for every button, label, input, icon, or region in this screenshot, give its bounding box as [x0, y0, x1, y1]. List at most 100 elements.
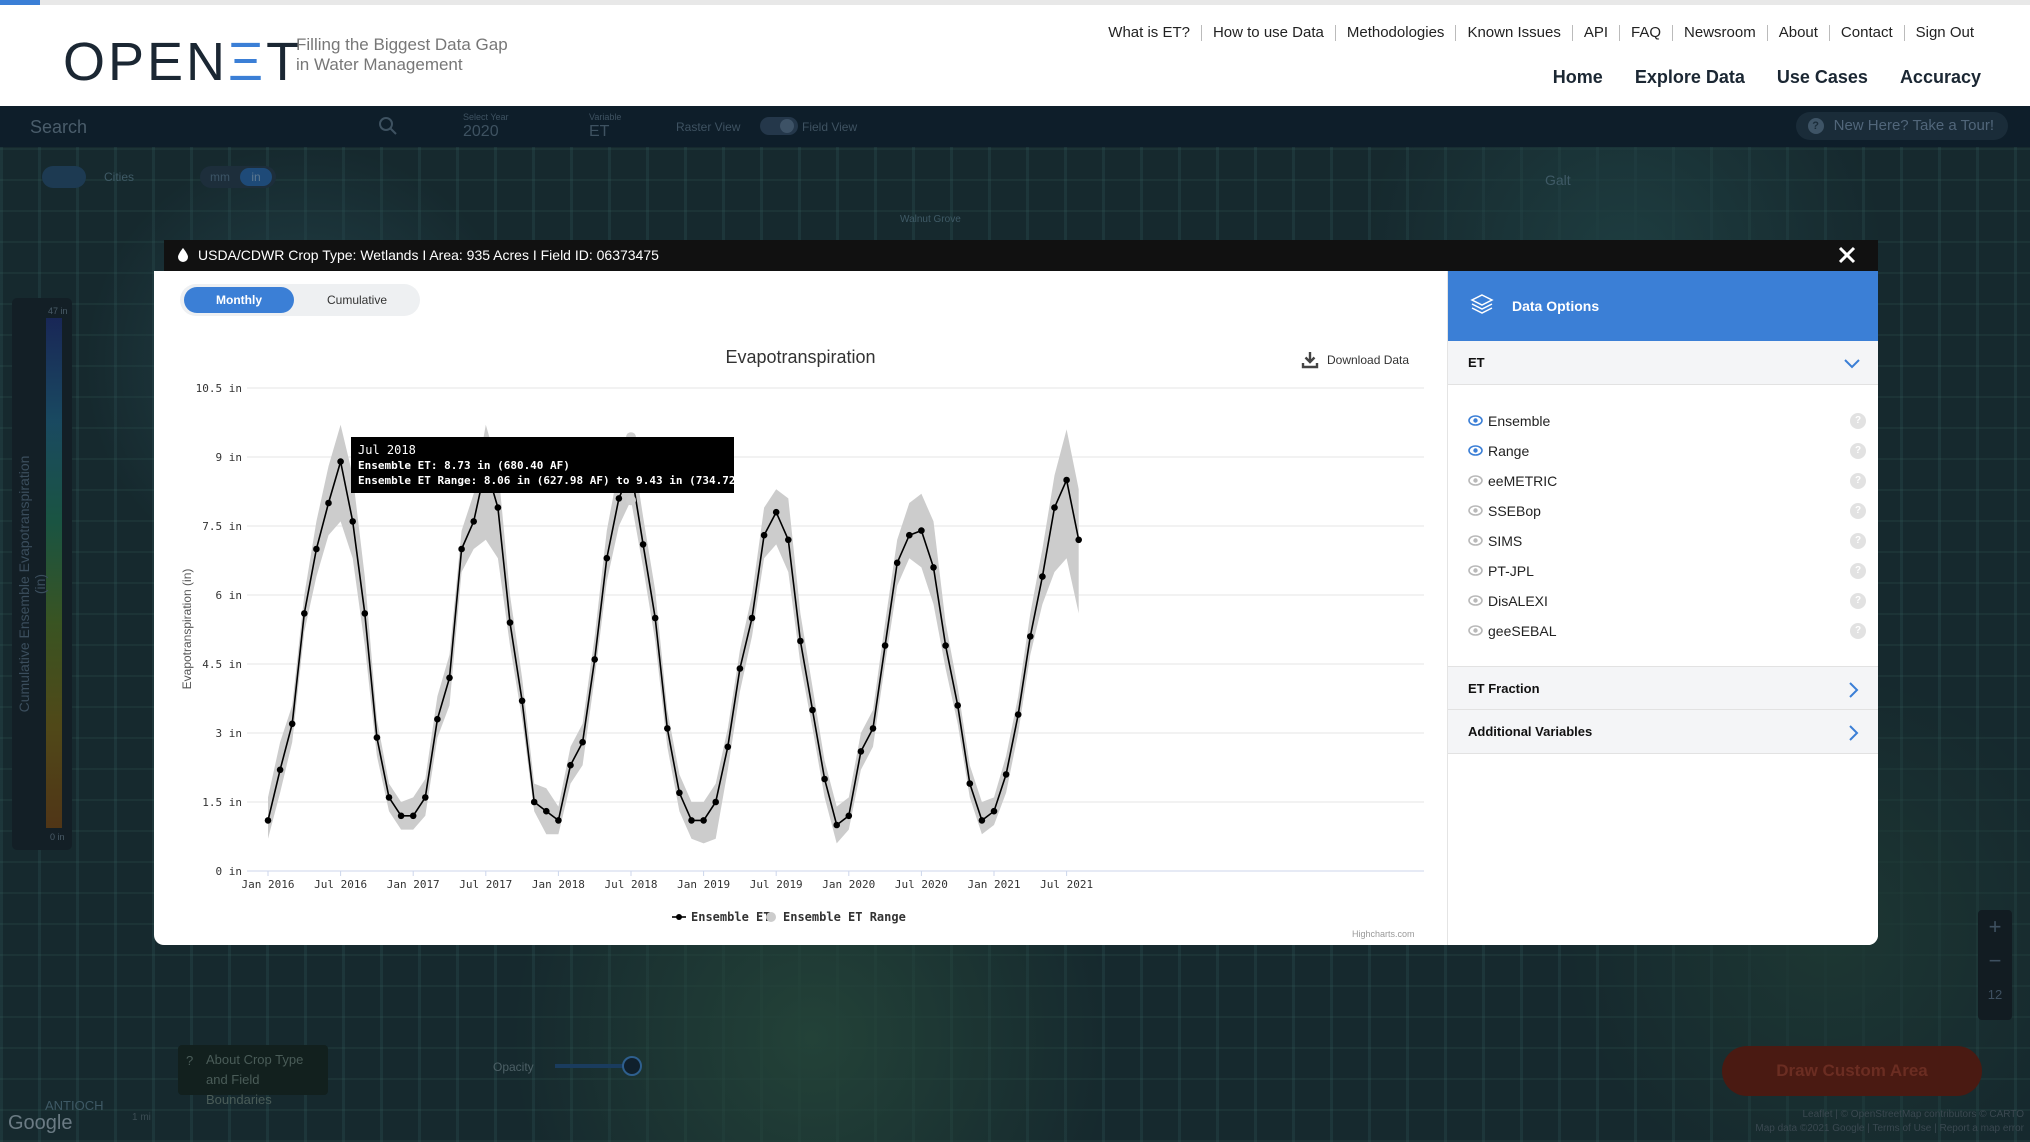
ensemble-et-point — [349, 518, 356, 525]
unit-in[interactable]: in — [240, 168, 272, 186]
ensemble-et-point — [397, 812, 405, 820]
eye-icon — [1468, 415, 1483, 426]
option-range[interactable]: Range — [1468, 441, 1529, 461]
et-chart[interactable]: 0 in 1.5 in 3 in 4.5 in 6 in 7.5 in 9 in 10.5 i… — [154, 271, 1447, 945]
ensemble-et-point — [518, 697, 526, 705]
ensemble-et-point — [954, 702, 961, 709]
ensemble-et-point — [821, 775, 828, 783]
ensemble-et-point — [664, 725, 671, 732]
cities-toggle[interactable] — [42, 166, 86, 188]
ensemble-et-point — [494, 504, 502, 511]
highcharts-credit[interactable]: Highcharts.com — [1352, 929, 1415, 939]
tagline-line-2: in Water Management — [296, 55, 463, 74]
x-tick-label: Jan 2018 — [532, 878, 585, 891]
draw-custom-area-button[interactable]: Draw Custom Area — [1722, 1046, 1982, 1096]
nav-home[interactable]: Home — [1553, 67, 1603, 88]
site-header: OPENΞT Filling the Biggest Data Gap in W… — [0, 5, 2030, 106]
nav-explore-data[interactable]: Explore Data — [1635, 67, 1745, 88]
section-et-fraction[interactable]: ET Fraction — [1448, 666, 1878, 710]
option-label: PT-JPL — [1488, 563, 1534, 579]
link-about[interactable]: About — [1766, 25, 1829, 41]
ensemble-et-point — [409, 812, 417, 820]
about-crop-type-button[interactable]: ? About Crop Type and Field Boundaries — [178, 1045, 328, 1107]
ensemble-et-point — [276, 766, 284, 774]
ensemble-et-point — [833, 821, 840, 829]
opacity-slider-handle[interactable] — [622, 1056, 642, 1076]
ensemble-et-point — [881, 642, 889, 649]
nav-accuracy[interactable]: Accuracy — [1900, 67, 1981, 88]
tagline: Filling the Biggest Data Gap in Water Ma… — [296, 35, 508, 75]
chart-tooltip: Jul 2018 Ensemble ET: 8.73 in (680.40 AF… — [351, 437, 762, 493]
ensemble-et-point — [724, 743, 732, 751]
view-toggle[interactable] — [760, 117, 798, 135]
link-contact[interactable]: Contact — [1828, 25, 1904, 41]
ensemble-et-point — [555, 817, 562, 824]
option-eemetric[interactable]: eeMETRIC — [1468, 471, 1557, 491]
help-icon[interactable]: ? — [1850, 473, 1866, 489]
ensemble-et-point — [422, 794, 429, 801]
section-additional-variables[interactable]: Additional Variables — [1448, 710, 1878, 754]
section-et[interactable]: ET — [1448, 341, 1878, 385]
close-icon[interactable] — [1836, 244, 1858, 266]
year-select[interactable]: 2020 — [463, 123, 499, 141]
chevron-right-icon — [1849, 725, 1859, 741]
zoom-in-button[interactable]: + — [1978, 910, 2012, 944]
link-methodologies[interactable]: Methodologies — [1334, 25, 1456, 41]
option-label: SSEBop — [1488, 503, 1541, 519]
legend-ensemble-et-range[interactable]: Ensemble ET Range — [766, 910, 906, 924]
opacity-label: Opacity — [493, 1060, 534, 1074]
unit-toggle[interactable]: mm in — [200, 166, 276, 188]
option-geesebal[interactable]: geeSEBAL — [1468, 621, 1557, 641]
help-icon[interactable]: ? — [1850, 593, 1866, 609]
legend-gradient — [46, 318, 62, 828]
x-tick-label: Jul 2019 — [750, 878, 803, 891]
option-label: eeMETRIC — [1488, 473, 1558, 489]
link-known-issues[interactable]: Known Issues — [1455, 25, 1571, 41]
ensemble-et-point — [978, 817, 986, 824]
ensemble-et-point — [930, 564, 937, 571]
help-icon[interactable]: ? — [1850, 443, 1866, 459]
chart-legend: Ensemble ET Ensemble ET Range — [672, 910, 906, 924]
x-tick-label: Jan 2019 — [677, 878, 730, 891]
main-nav: Home Explore Data Use Cases Accuracy — [1521, 67, 1981, 88]
link-what-is-et[interactable]: What is ET? — [1097, 25, 1201, 41]
unit-mm[interactable]: mm — [210, 170, 230, 184]
option-sims[interactable]: SIMS — [1468, 531, 1522, 551]
link-api[interactable]: API — [1571, 25, 1619, 41]
help-icon[interactable]: ? — [1850, 413, 1866, 429]
ensemble-et-point — [615, 495, 623, 502]
y-tick-label: 7.5 in — [202, 520, 242, 533]
option-disalexi[interactable]: DisALEXI — [1468, 591, 1548, 611]
option-pt-jpl[interactable]: PT-JPL — [1468, 561, 1534, 581]
help-icon[interactable]: ? — [1850, 623, 1866, 639]
ensemble-et-point — [797, 637, 804, 645]
help-icon[interactable]: ? — [1850, 533, 1866, 549]
option-ensemble[interactable]: Ensemble — [1468, 411, 1550, 431]
help-icon[interactable]: ? — [1850, 563, 1866, 579]
link-sign-out[interactable]: Sign Out — [1903, 25, 1985, 41]
link-faq[interactable]: FAQ — [1619, 25, 1672, 41]
y-axis-labels: 0 in 1.5 in 3 in 4.5 in 6 in 7.5 in 9 in 10.5 i… — [196, 382, 242, 878]
option-label: DisALEXI — [1488, 593, 1548, 609]
take-tour-button[interactable]: ? New Here? Take a Tour! — [1795, 112, 2008, 140]
openet-logo[interactable]: OPENΞT — [63, 31, 302, 93]
x-tick-label: Jul 2016 — [314, 878, 367, 891]
ensemble-et-point — [446, 674, 453, 682]
variable-select[interactable]: ET — [589, 123, 609, 141]
ensemble-et-point — [990, 807, 998, 815]
ensemble-et-point — [1027, 633, 1034, 640]
water-drop-icon — [178, 248, 188, 262]
attribution-line-1[interactable]: Leaflet | © OpenStreetMap contributors ©… — [1755, 1108, 2024, 1122]
legend-ensemble-et[interactable]: Ensemble ET — [672, 910, 770, 924]
search-icon[interactable] — [378, 116, 398, 136]
draw-custom-area-label: Draw Custom Area — [1776, 1061, 1928, 1080]
help-icon[interactable]: ? — [1850, 503, 1866, 519]
link-how-to-use-data[interactable]: How to use Data — [1200, 25, 1335, 41]
zoom-out-button[interactable]: − — [1978, 944, 2012, 978]
option-ssebop[interactable]: SSEBop — [1468, 501, 1541, 521]
ensemble-et-point — [506, 619, 514, 626]
attribution-line-2[interactable]: Map data ©2021 Google | Terms of Use | R… — [1755, 1122, 2024, 1136]
search-input[interactable]: Search — [30, 117, 87, 138]
nav-use-cases[interactable]: Use Cases — [1777, 67, 1868, 88]
link-newsroom[interactable]: Newsroom — [1672, 25, 1767, 41]
